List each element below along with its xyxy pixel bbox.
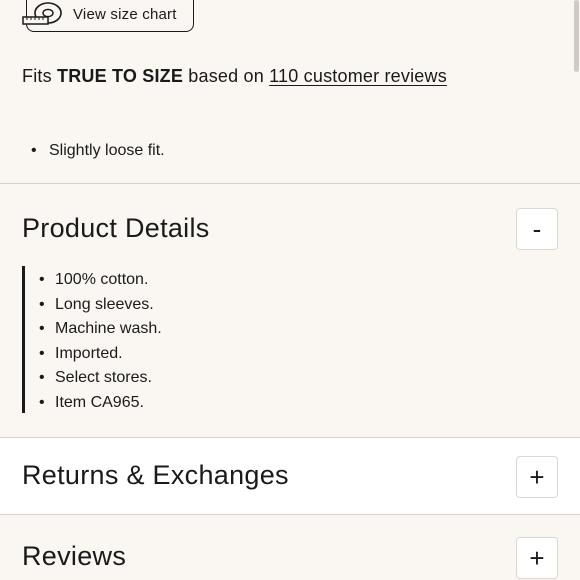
measuring-tape-icon — [22, 2, 62, 25]
product-details-list: 100% cotton. Long sleeves. Machine wash.… — [35, 268, 162, 415]
size-chart-label: View size chart — [73, 6, 177, 23]
detail-item: Select stores. — [35, 366, 162, 391]
section-divider — [0, 183, 580, 184]
detail-item: Item CA965. — [35, 391, 162, 416]
reviews-expand-button[interactable]: + — [516, 537, 558, 579]
section-divider — [0, 514, 580, 515]
product-details-collapse-button[interactable]: - — [516, 208, 558, 250]
page-scrollbar[interactable] — [574, 0, 579, 72]
returns-expand-button[interactable]: + — [516, 456, 558, 498]
product-info-page: View size chart Fits TRUE TO SIZE based … — [0, 0, 580, 580]
detail-item: 100% cotton. — [35, 268, 162, 293]
fit-note: Slightly loose fit. — [22, 142, 165, 160]
fit-rating: TRUE TO SIZE — [57, 66, 184, 86]
customer-reviews-link[interactable]: 110 customer reviews — [269, 66, 447, 86]
detail-item: Machine wash. — [35, 317, 162, 342]
product-details-heading[interactable]: Product Details — [22, 213, 210, 244]
product-details-panel: 100% cotton. Long sleeves. Machine wash.… — [22, 266, 325, 413]
detail-item: Imported. — [35, 342, 162, 367]
fit-summary: Fits TRUE TO SIZE based on 110 customer … — [22, 66, 447, 87]
detail-item: Long sleeves. — [35, 293, 162, 318]
returns-heading[interactable]: Returns & Exchanges — [22, 460, 289, 491]
fit-prefix: Fits — [22, 66, 52, 86]
reviews-heading[interactable]: Reviews — [22, 541, 126, 572]
fit-middle: based on — [188, 66, 264, 86]
view-size-chart-button[interactable]: View size chart — [22, 0, 194, 32]
fit-notes-list: Slightly loose fit. — [22, 142, 165, 160]
